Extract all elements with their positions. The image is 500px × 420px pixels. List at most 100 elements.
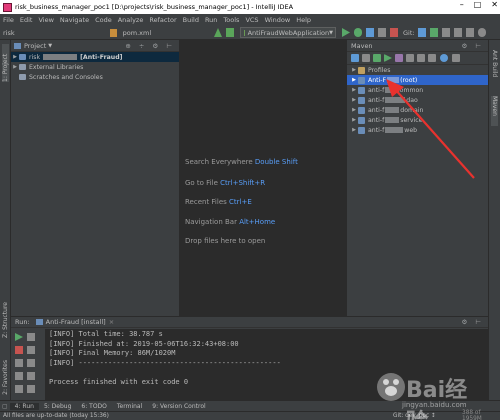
- search-icon[interactable]: [478, 28, 486, 37]
- console-line: Process finished with exit code 0: [49, 377, 189, 386]
- structure-tool-tab[interactable]: Z: Structure: [2, 302, 9, 338]
- add-project-icon[interactable]: [373, 54, 381, 62]
- expand-arrow-icon[interactable]: ▶: [350, 127, 358, 133]
- build-icon[interactable]: [226, 28, 234, 37]
- menu-refactor[interactable]: Refactor: [146, 16, 179, 24]
- breadcrumb[interactable]: risk: [0, 29, 18, 37]
- reimport-icon[interactable]: [351, 54, 359, 62]
- expand-arrow-icon[interactable]: ▶: [350, 117, 358, 123]
- run-icon[interactable]: [342, 28, 350, 37]
- scroll-down-icon[interactable]: [27, 346, 35, 354]
- maven-row-profiles[interactable]: ▶ Profiles: [347, 65, 488, 75]
- restore-layout-icon[interactable]: [15, 372, 23, 380]
- maven-row-label: anti-f: [368, 96, 385, 104]
- menu-code[interactable]: Code: [92, 16, 115, 24]
- panel-actions-icons[interactable]: ⊕ ÷ ⚙ ⊢: [125, 42, 175, 50]
- tree-row-external-libraries[interactable]: ▶ External Libraries: [11, 62, 179, 72]
- expand-arrow-icon[interactable]: ▶: [350, 107, 358, 113]
- pause-icon[interactable]: [15, 359, 23, 367]
- close-button[interactable]: ✕: [491, 0, 498, 9]
- maximize-button[interactable]: □: [474, 0, 482, 9]
- profile-icon[interactable]: [378, 28, 386, 37]
- tool-tab-debug[interactable]: 5: Debug: [39, 403, 76, 410]
- menu-edit[interactable]: Edit: [17, 16, 36, 24]
- minimize-button[interactable]: –: [460, 0, 464, 9]
- scroll-up-icon[interactable]: [27, 333, 35, 341]
- expand-arrow-icon[interactable]: ▶: [11, 64, 19, 70]
- expand-arrow-icon[interactable]: ▶: [350, 67, 358, 73]
- hint-drop-files: Drop files here to open: [185, 237, 265, 245]
- collapse-all-icon[interactable]: [452, 54, 460, 62]
- maven-row-module[interactable]: ▶ anti-f web: [347, 125, 488, 135]
- git-branch-widget[interactable]: Git: dev_poc ↕: [393, 413, 436, 419]
- menu-build[interactable]: Build: [180, 16, 202, 24]
- settings-icon[interactable]: [440, 54, 448, 62]
- git-history-icon[interactable]: [442, 28, 450, 37]
- print-icon[interactable]: [27, 372, 35, 380]
- maven-row-module[interactable]: ▶ anti-f dao: [347, 95, 488, 105]
- console-line: [INFO] ---------------------------------…: [49, 358, 281, 367]
- debug-icon[interactable]: [354, 28, 362, 37]
- menu-view[interactable]: View: [35, 16, 56, 24]
- intellij-logo-icon: [3, 2, 12, 12]
- menu-navigate[interactable]: Navigate: [57, 16, 92, 24]
- show-dependencies-icon[interactable]: [428, 54, 436, 62]
- menu-run[interactable]: Run: [202, 16, 220, 24]
- breadcrumb-file[interactable]: pom.xml: [120, 29, 155, 37]
- tool-tab-todo[interactable]: 6: TODO: [76, 403, 111, 410]
- blurred-name: [385, 107, 400, 113]
- menu-analyze[interactable]: Analyze: [115, 16, 147, 24]
- maven-row-module[interactable]: ▶ anti-f service: [347, 115, 488, 125]
- chevron-down-icon[interactable]: ▼: [48, 43, 52, 49]
- tool-tab-terminal[interactable]: Terminal: [112, 403, 147, 410]
- stop-icon[interactable]: [390, 28, 398, 37]
- execute-goal-icon[interactable]: [395, 54, 403, 62]
- maven-row-module[interactable]: ▶ anti-f common: [347, 85, 488, 95]
- run-tab[interactable]: Anti-Fraud [install]: [46, 318, 106, 326]
- expand-arrow-icon[interactable]: ▶: [11, 54, 19, 60]
- panel-settings-icons[interactable]: ⚙ ⊢: [461, 318, 484, 326]
- build-hammer-icon[interactable]: [214, 28, 222, 37]
- toggle-offline-icon[interactable]: [406, 54, 414, 62]
- menu-tools[interactable]: Tools: [220, 16, 242, 24]
- tree-row-root[interactable]: ▶ risk [Anti-Fraud]: [11, 52, 179, 62]
- ant-build-tool-tab[interactable]: Ant Build: [491, 50, 498, 77]
- pin-tab-icon[interactable]: [15, 385, 23, 393]
- project-structure-icon[interactable]: [466, 28, 474, 37]
- soft-wrap-icon[interactable]: [27, 359, 35, 367]
- project-panel-title[interactable]: Project: [24, 42, 46, 50]
- tool-windows-icon[interactable]: ▢: [0, 403, 10, 410]
- menu-file[interactable]: File: [0, 16, 17, 24]
- skip-tests-icon[interactable]: [417, 54, 425, 62]
- console-output[interactable]: [INFO] Total time: 38.787 s [INFO] Finish…: [45, 329, 488, 401]
- maven-row-module[interactable]: ▶ anti-f domain: [347, 105, 488, 115]
- git-update-icon[interactable]: [418, 28, 426, 37]
- expand-arrow-icon[interactable]: ▶: [350, 87, 358, 93]
- editor-empty-area[interactable]: Search Everywhere Double Shift Go to Fil…: [180, 40, 346, 316]
- maven-tool-tab[interactable]: Maven: [491, 96, 498, 126]
- maven-module-icon: [358, 96, 365, 104]
- panel-settings-icons[interactable]: ⚙ ⊢: [461, 42, 484, 50]
- rerun-icon[interactable]: [15, 333, 23, 341]
- close-tab-icon[interactable]: ×: [109, 318, 114, 326]
- run-configuration-dropdown[interactable]: AntiFraudWebApplication ▼: [240, 27, 336, 38]
- generate-sources-icon[interactable]: [362, 54, 370, 62]
- favorites-tool-tab[interactable]: 2: Favorites: [2, 360, 9, 395]
- menu-help[interactable]: Help: [293, 16, 314, 24]
- tree-row-scratches[interactable]: Scratches and Consoles: [11, 72, 179, 82]
- expand-arrow-icon[interactable]: ▶: [350, 97, 358, 103]
- memory-indicator[interactable]: 388 of 1959M: [462, 410, 500, 420]
- run-goal-icon[interactable]: [384, 54, 392, 62]
- coverage-icon[interactable]: [366, 28, 374, 37]
- clear-all-icon[interactable]: [27, 385, 35, 393]
- git-rollback-icon[interactable]: [454, 28, 462, 37]
- git-commit-icon[interactable]: [430, 28, 438, 37]
- menu-vcs[interactable]: VCS: [242, 16, 261, 24]
- stop-icon[interactable]: [15, 346, 23, 354]
- tool-tab-version-control[interactable]: 9: Version Control: [147, 403, 210, 410]
- project-tool-tab[interactable]: 1: Project: [2, 44, 9, 82]
- expand-arrow-icon[interactable]: ▶: [350, 77, 358, 83]
- menu-window[interactable]: Window: [262, 16, 294, 24]
- maven-row-root[interactable]: ▶ Anti-F (root): [347, 75, 488, 85]
- tool-tab-run[interactable]: 4: Run: [9, 402, 39, 410]
